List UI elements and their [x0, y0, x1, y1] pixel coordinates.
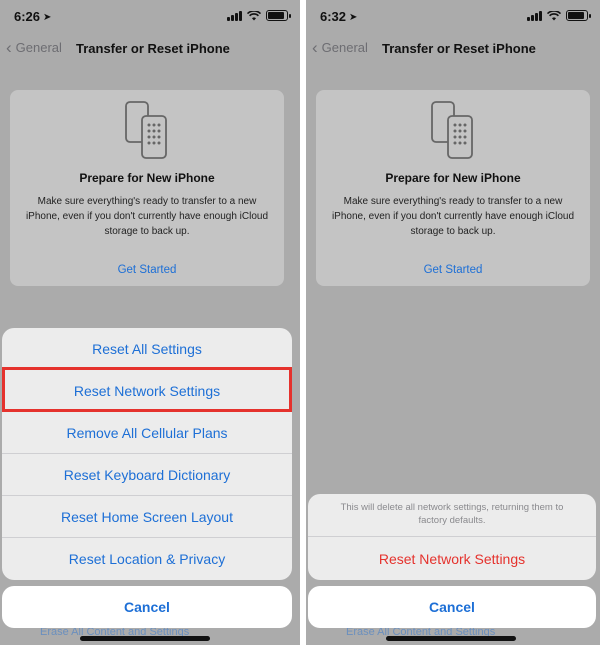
status-bar: 6:26 ➤	[0, 0, 300, 32]
card-title: Prepare for New iPhone	[385, 171, 521, 185]
nav-bar: ‹ General Transfer or Reset iPhone	[0, 36, 300, 62]
get-started-link[interactable]: Get Started	[316, 264, 590, 276]
remove-cellular-plans-option[interactable]: Remove All Cellular Plans	[2, 412, 292, 454]
two-phones-icon	[125, 101, 167, 159]
page-title: Transfer or Reset iPhone	[382, 41, 536, 56]
confirm-action-sheet: This will delete all network settings, r…	[308, 494, 596, 580]
battery-icon	[266, 10, 291, 21]
chevron-left-icon: ‹	[312, 37, 318, 57]
card-title: Prepare for New iPhone	[79, 171, 215, 185]
cancel-button[interactable]: Cancel	[308, 586, 596, 628]
reset-location-privacy-option[interactable]: Reset Location & Privacy	[2, 538, 292, 580]
reset-all-settings-option[interactable]: Reset All Settings	[2, 328, 292, 370]
nav-bar: ‹ General Transfer or Reset iPhone	[306, 36, 600, 62]
status-time: 6:32	[320, 9, 347, 24]
reset-home-screen-layout-option[interactable]: Reset Home Screen Layout	[2, 496, 292, 538]
wifi-icon	[547, 10, 561, 20]
status-time: 6:26	[14, 9, 41, 24]
reset-network-settings-option[interactable]: Reset Network Settings	[2, 370, 292, 412]
prepare-card: Prepare for New iPhone Make sure everyth…	[10, 90, 284, 286]
back-label: General	[15, 40, 62, 55]
chevron-left-icon: ‹	[6, 37, 12, 57]
reset-keyboard-dictionary-option[interactable]: Reset Keyboard Dictionary	[2, 454, 292, 496]
back-label: General	[321, 40, 368, 55]
left-screenshot: 6:26 ➤ ‹ General Transfer or Reset iPhone…	[0, 0, 300, 645]
card-description: Make sure everything's ready to transfer…	[331, 196, 575, 237]
card-description: Make sure everything's ready to transfer…	[25, 196, 269, 237]
confirm-reset-network-button[interactable]: Reset Network Settings	[308, 537, 596, 580]
two-phones-icon	[431, 101, 473, 159]
signal-icon	[227, 10, 242, 21]
signal-icon	[527, 10, 542, 21]
status-bar: 6:32 ➤	[306, 0, 600, 32]
wifi-icon	[247, 10, 261, 20]
prepare-card: Prepare for New iPhone Make sure everyth…	[316, 90, 590, 286]
location-arrow-icon: ➤	[349, 12, 358, 23]
reset-action-sheet: Reset All Settings Reset Network Setting…	[2, 328, 292, 580]
page-title: Transfer or Reset iPhone	[76, 41, 230, 56]
home-indicator	[386, 636, 516, 641]
right-screenshot: 6:32 ➤ ‹ General Transfer or Reset iPhone…	[306, 0, 600, 645]
back-button[interactable]: ‹ General	[6, 37, 62, 57]
cancel-button[interactable]: Cancel	[2, 586, 292, 628]
home-indicator	[80, 636, 210, 641]
battery-icon	[566, 10, 591, 21]
confirm-message: This will delete all network settings, r…	[308, 494, 596, 537]
get-started-link[interactable]: Get Started	[10, 264, 284, 276]
back-button[interactable]: ‹ General	[312, 37, 368, 57]
location-arrow-icon: ➤	[43, 12, 52, 23]
